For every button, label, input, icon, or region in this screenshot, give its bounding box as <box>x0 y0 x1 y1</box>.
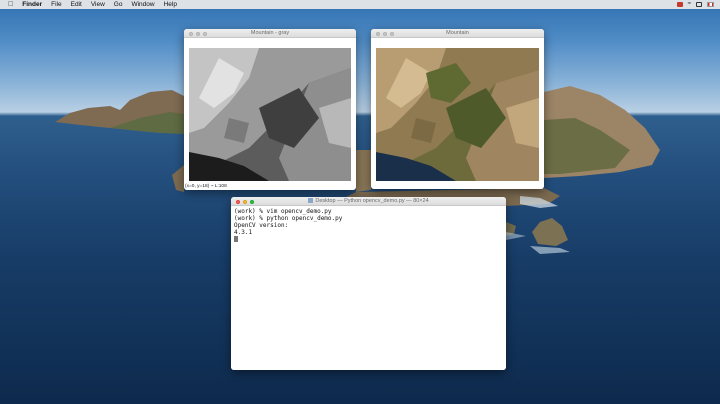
zoom-icon[interactable] <box>250 199 254 204</box>
terminal-line: 4.3.1 <box>234 229 253 236</box>
menu-help[interactable]: Help <box>164 0 177 9</box>
menu-bar:  Finder File Edit View Go Window Help ≈ <box>0 0 720 9</box>
terminal-output[interactable]: (work) % vim opencv_demo.py (work) % pyt… <box>231 206 506 370</box>
terminal-line: OpenCV version: <box>234 222 289 229</box>
image-color-mountain[interactable] <box>376 48 539 181</box>
image-status-line: (x=0, y=18) ~ L:108 <box>185 184 227 189</box>
wifi-icon[interactable]: ≈ <box>688 0 691 9</box>
screen-record-icon[interactable] <box>676 2 683 7</box>
flag-icon[interactable] <box>707 2 714 7</box>
menu-window[interactable]: Window <box>131 0 154 9</box>
menu-edit[interactable]: Edit <box>71 0 82 9</box>
menu-go[interactable]: Go <box>114 0 123 9</box>
window-terminal: Desktop — Python opencv_demo.py — 80×24 … <box>231 197 506 370</box>
close-icon[interactable] <box>236 199 240 204</box>
window-title: Mountain <box>446 30 469 36</box>
close-icon[interactable] <box>189 31 193 36</box>
minimize-icon[interactable] <box>383 31 387 36</box>
titlebar-terminal[interactable]: Desktop — Python opencv_demo.py — 80×24 <box>231 197 506 206</box>
close-icon[interactable] <box>376 31 380 36</box>
apple-icon[interactable]:  <box>8 0 13 9</box>
terminal-line: (work) % vim opencv_demo.py <box>234 208 332 215</box>
titlebar-gray[interactable]: Mountain - gray <box>184 29 356 38</box>
menu-extras: ≈ <box>676 0 714 9</box>
window-mountain: Mountain <box>371 29 544 189</box>
window-mountain-gray: Mountain - gray (x=0, y=18) ~ L:108 <box>184 29 356 190</box>
zoom-icon[interactable] <box>390 31 394 36</box>
terminal-cursor-line <box>234 236 503 243</box>
menu-file[interactable]: File <box>51 0 61 9</box>
terminal-line: (work) % python opencv_demo.py <box>234 215 343 222</box>
folder-icon <box>308 197 314 203</box>
menu-app-finder[interactable]: Finder <box>22 0 42 9</box>
window-title: Mountain - gray <box>250 30 290 36</box>
image-gray-mountain[interactable] <box>189 48 351 181</box>
titlebar-color[interactable]: Mountain <box>371 29 544 38</box>
menu-view[interactable]: View <box>91 0 105 9</box>
text-cursor <box>234 236 238 242</box>
zoom-icon[interactable] <box>203 31 207 36</box>
minimize-icon[interactable] <box>243 199 247 204</box>
minimize-icon[interactable] <box>196 31 200 36</box>
airplay-icon[interactable] <box>696 2 702 7</box>
window-title: Desktop — Python opencv_demo.py — 80×24 <box>315 198 429 204</box>
